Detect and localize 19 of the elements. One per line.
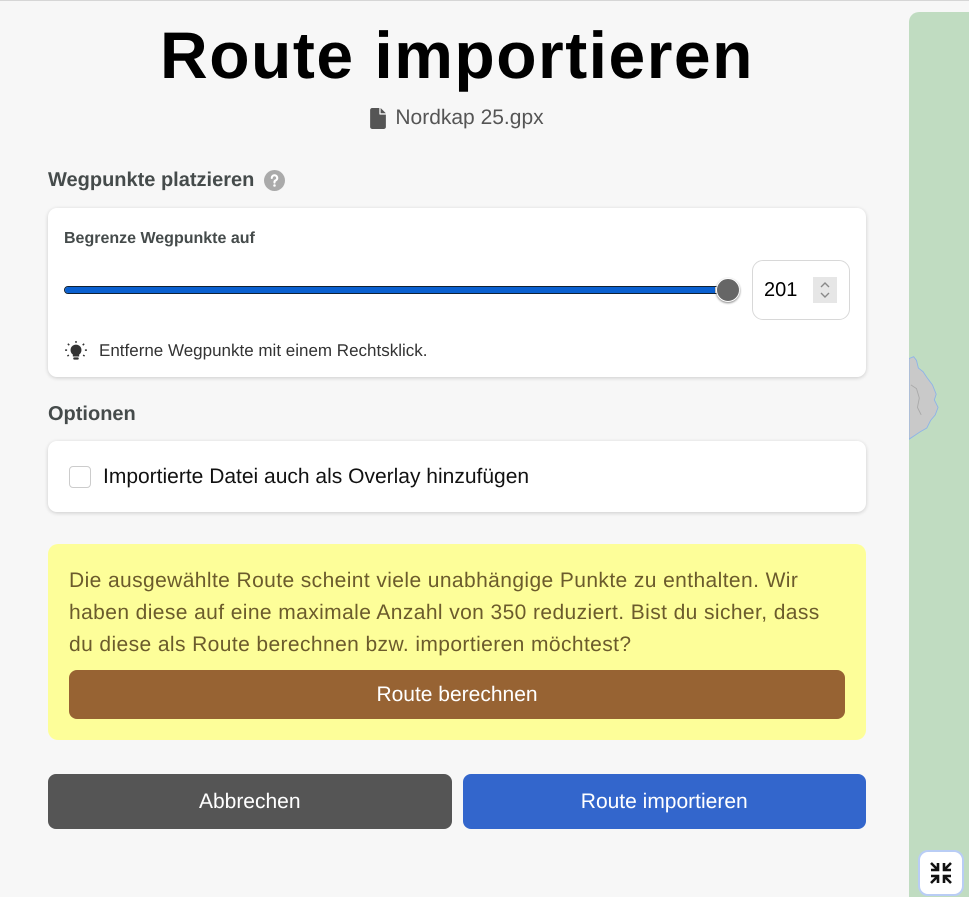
spinner-icon[interactable] — [813, 277, 837, 303]
file-icon — [370, 108, 386, 128]
collapse-icon[interactable] — [918, 850, 964, 896]
checkbox[interactable] — [69, 466, 91, 488]
number-field[interactable]: 201 — [752, 260, 850, 320]
cancel-button[interactable]: Abbrechen — [48, 774, 452, 829]
warning-text: Die ausgewählte Route scheint viele unabhängige Punkte zu enthalten. Wir haben diese auf eine maximale Anzahl von 350 reduziert. Bist du sicher, dass du diese als Route berechnen bzw. importieren möchtest? — [69, 568, 821, 658]
section-heading: Optionen — [48, 402, 136, 426]
slider-thumb[interactable] — [716, 278, 740, 302]
dialog-title: Route importieren — [159, 17, 755, 93]
checkbox-label: Importierte Datei auch als Overlay hinzufügen — [103, 464, 530, 488]
limit-label: Begrenze Wegpunkte auf — [64, 229, 256, 249]
section-heading: Wegpunkte platzieren — [48, 168, 254, 192]
hint-text: Entferne Wegpunkte mit einem Rechtsklick. — [99, 340, 428, 362]
import-button[interactable]: Route importieren — [462, 774, 866, 829]
lightbulb-icon — [65, 341, 87, 361]
slider[interactable] — [64, 277, 740, 303]
calculate-route-button[interactable]: Route berechnen — [69, 670, 845, 719]
file-name: Nordkap 25.gpx — [395, 105, 544, 131]
